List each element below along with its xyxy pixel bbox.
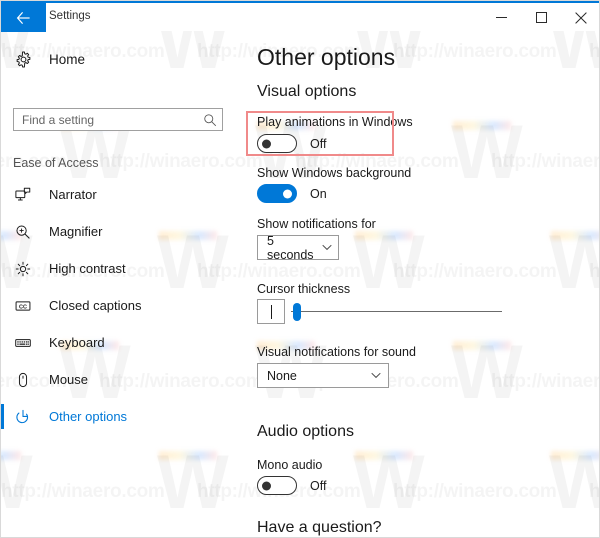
notifications-duration-label: Show notifications for — [257, 217, 376, 231]
cursor-thickness-label: Cursor thickness — [257, 282, 351, 296]
minimize-icon — [495, 17, 507, 18]
mono-audio-toggle-row: Off — [257, 476, 326, 495]
page-title: Other options — [257, 44, 396, 70]
main-content: Other options Visual options Play animat… — [241, 31, 599, 537]
cursor-bar-icon — [270, 304, 272, 319]
show-background-toggle-row: On — [257, 184, 327, 203]
narrator-icon — [15, 187, 37, 203]
search-icon — [198, 113, 222, 127]
svg-text:CC: CC — [19, 304, 27, 310]
toggle-knob — [283, 189, 292, 198]
play-animations-toggle[interactable] — [257, 134, 297, 153]
cursor-thickness-slider[interactable] — [291, 299, 502, 324]
minimize-button[interactable] — [481, 3, 521, 32]
mono-audio-toggle[interactable] — [257, 476, 297, 495]
chevron-down-icon — [371, 372, 381, 379]
play-animations-state: Off — [310, 136, 327, 151]
chevron-down-icon — [321, 244, 332, 251]
close-icon — [575, 11, 587, 24]
sidebar-item-keyboard[interactable]: Keyboard — [1, 324, 241, 361]
sidebar-item-high-contrast[interactable]: High contrast — [1, 250, 241, 287]
sidebar-item-label: Narrator — [49, 187, 97, 202]
gear-icon — [15, 51, 35, 68]
show-background-state: On — [310, 186, 327, 201]
other-options-icon — [15, 409, 37, 425]
sidebar-item-label: Mouse — [49, 372, 89, 387]
visual-notifications-value: None — [267, 368, 297, 383]
sidebar-item-closed-captions[interactable]: CC Closed captions — [1, 287, 241, 324]
mono-audio-state: Off — [310, 478, 327, 493]
sidebar-nav-list: Narrator Magnifier High contrast CC Clos… — [1, 176, 241, 435]
notifications-duration-value: 5 seconds — [267, 233, 314, 262]
sidebar-item-label: Keyboard — [49, 335, 105, 350]
have-a-question-heading: Have a question? — [257, 519, 382, 536]
cursor-thickness-preview — [257, 299, 285, 324]
visual-options-heading: Visual options — [257, 83, 357, 100]
show-background-label: Show Windows background — [257, 166, 412, 180]
visual-notifications-label: Visual notifications for sound — [257, 345, 416, 359]
mono-audio-label: Mono audio — [257, 458, 323, 472]
sidebar-item-narrator[interactable]: Narrator — [1, 176, 241, 213]
sidebar-item-other-options[interactable]: Other options — [1, 398, 241, 435]
play-animations-toggle-row: Off — [257, 134, 326, 153]
close-button[interactable] — [561, 3, 599, 32]
sidebar-item-label: Magnifier — [49, 224, 103, 239]
slider-thumb[interactable] — [293, 303, 301, 321]
sidebar-item-magnifier[interactable]: Magnifier — [1, 213, 241, 250]
sidebar-item-label: Other options — [49, 409, 128, 424]
maximize-icon — [535, 12, 547, 23]
sidebar-item-label: Closed captions — [49, 298, 142, 313]
toggle-knob — [262, 481, 271, 490]
show-background-toggle[interactable] — [257, 184, 297, 203]
title-bar: Settings — [1, 1, 599, 32]
search-box[interactable] — [13, 108, 223, 131]
notifications-duration-select[interactable]: 5 seconds — [257, 233, 339, 262]
sidebar-item-label: High contrast — [49, 261, 126, 276]
mouse-icon — [15, 372, 37, 388]
settings-window: Whttp://winaero.comWhttp://winaero.comWh… — [0, 0, 600, 538]
sidebar-item-mouse[interactable]: Mouse — [1, 361, 241, 398]
window-title: Settings — [49, 10, 91, 22]
keyboard-icon — [15, 335, 37, 351]
slider-track — [291, 311, 502, 312]
sidebar-section-label: Ease of Access — [13, 156, 99, 170]
back-button[interactable] — [1, 3, 46, 32]
closed-captions-icon: CC — [15, 298, 37, 314]
maximize-button[interactable] — [521, 3, 561, 32]
sidebar-item-home[interactable]: Home — [1, 43, 231, 75]
toggle-knob — [262, 139, 271, 148]
back-arrow-icon — [16, 11, 30, 24]
play-animations-label: Play animations in Windows — [257, 115, 413, 129]
sidebar: Home Ease of Access — [1, 31, 241, 537]
audio-options-heading: Audio options — [257, 423, 354, 440]
magnifier-icon — [15, 224, 37, 240]
high-contrast-icon — [15, 261, 37, 277]
sidebar-home-label: Home — [49, 51, 86, 67]
visual-notifications-select[interactable]: None — [257, 363, 389, 388]
window-controls — [481, 3, 599, 32]
search-input[interactable] — [14, 112, 198, 127]
